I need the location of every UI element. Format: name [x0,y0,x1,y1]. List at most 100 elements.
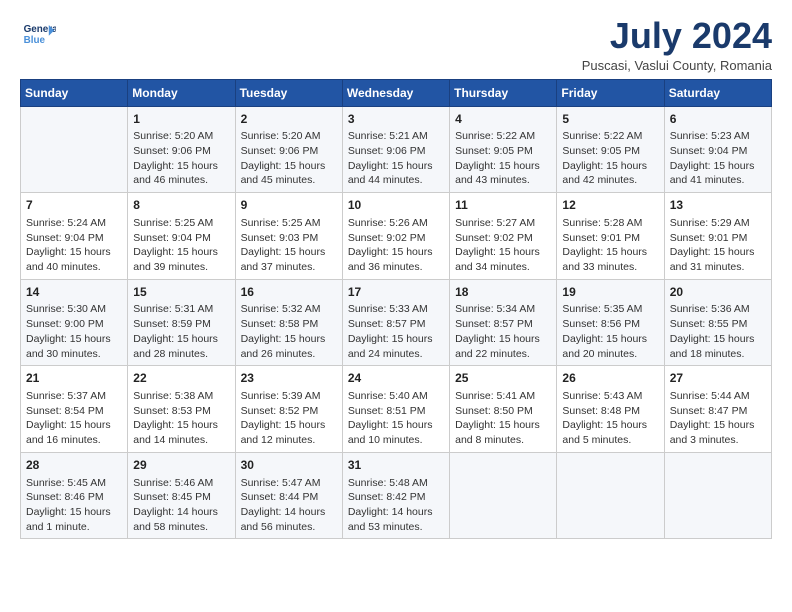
calendar-cell: 14Sunrise: 5:30 AM Sunset: 9:00 PM Dayli… [21,279,128,366]
calendar-cell: 28 Sunrise: 5:45 AM Sunset: 8:46 PM Dayli… [21,452,128,539]
day-number: 25 [455,370,551,387]
calendar-cell: 10Sunrise: 5:26 AM Sunset: 9:02 PM Dayli… [342,193,449,280]
day-number: 28 [26,457,122,474]
day-info: Sunrise: 5:44 AM Sunset: 8:47 PM Dayligh… [670,389,766,448]
day-info: Sunrise: 5:46 AM Sunset: 8:45 PM Dayligh… [133,476,229,535]
day-info: Sunrise: 5:39 AM Sunset: 8:52 PM Dayligh… [241,389,337,448]
day-info: Sunrise: 5:20 AM Sunset: 9:06 PM Dayligh… [241,129,337,188]
day-info: Sunrise: 5:48 AM Sunset: 8:42 PM Dayligh… [348,476,444,535]
calendar-cell [21,106,128,193]
day-info: Sunrise: 5:28 AM Sunset: 9:01 PM Dayligh… [562,216,658,275]
svg-text:Blue: Blue [24,35,46,46]
day-number: 26 [562,370,658,387]
day-number: 3 [348,111,444,128]
day-number: 14 [26,284,122,301]
calendar-cell: 18Sunrise: 5:34 AM Sunset: 8:57 PM Dayli… [450,279,557,366]
page-header: General Blue July 2024 Puscasi, Vaslui C… [20,16,772,73]
calendar-cell: 5Sunrise: 5:22 AM Sunset: 9:05 PM Daylig… [557,106,664,193]
column-header-monday: Monday [128,79,235,106]
calendar-cell: 13Sunrise: 5:29 AM Sunset: 9:01 PM Dayli… [664,193,771,280]
day-number: 24 [348,370,444,387]
day-info: Sunrise: 5:27 AM Sunset: 9:02 PM Dayligh… [455,216,551,275]
column-header-saturday: Saturday [664,79,771,106]
week-row-3: 14Sunrise: 5:30 AM Sunset: 9:00 PM Dayli… [21,279,772,366]
calendar-cell: 6Sunrise: 5:23 AM Sunset: 9:04 PM Daylig… [664,106,771,193]
calendar-cell: 19Sunrise: 5:35 AM Sunset: 8:56 PM Dayli… [557,279,664,366]
week-row-2: 7Sunrise: 5:24 AM Sunset: 9:04 PM Daylig… [21,193,772,280]
week-row-5: 28 Sunrise: 5:45 AM Sunset: 8:46 PM Dayli… [21,452,772,539]
calendar-cell: 7Sunrise: 5:24 AM Sunset: 9:04 PM Daylig… [21,193,128,280]
title-block: July 2024 Puscasi, Vaslui County, Romani… [582,16,772,73]
calendar-cell: 25 Sunrise: 5:41 AM Sunset: 8:50 PM Dayli… [450,366,557,453]
day-number: 27 [670,370,766,387]
day-info: Sunrise: 5:22 AM Sunset: 9:05 PM Dayligh… [562,129,658,188]
day-info: Sunrise: 5:47 AM Sunset: 8:44 PM Dayligh… [241,476,337,535]
day-info: Sunrise: 5:38 AM Sunset: 8:53 PM Dayligh… [133,389,229,448]
day-info: Sunrise: 5:20 AM Sunset: 9:06 PM Dayligh… [133,129,229,188]
day-number: 18 [455,284,551,301]
week-row-4: 21 Sunrise: 5:37 AM Sunset: 8:54 PM Dayli… [21,366,772,453]
day-number: 1 [133,111,229,128]
day-number: 2 [241,111,337,128]
calendar-cell: 8 Sunrise: 5:25 AM Sunset: 9:04 PM Daylig… [128,193,235,280]
logo-icon: General Blue [20,16,56,52]
calendar-cell: 2Sunrise: 5:20 AM Sunset: 9:06 PM Daylig… [235,106,342,193]
day-number: 29 [133,457,229,474]
calendar-cell: 23 Sunrise: 5:39 AM Sunset: 8:52 PM Dayli… [235,366,342,453]
day-number: 15 [133,284,229,301]
day-info: Sunrise: 5:25 AM Sunset: 9:03 PM Dayligh… [241,216,337,275]
calendar-header-row: SundayMondayTuesdayWednesdayThursdayFrid… [21,79,772,106]
day-info: Sunrise: 5:36 AM Sunset: 8:55 PM Dayligh… [670,302,766,361]
day-info: Sunrise: 5:45 AM Sunset: 8:46 PM Dayligh… [26,476,122,535]
day-number: 10 [348,197,444,214]
day-number: 4 [455,111,551,128]
calendar-cell: 1Sunrise: 5:20 AM Sunset: 9:06 PM Daylig… [128,106,235,193]
column-header-friday: Friday [557,79,664,106]
calendar-cell: 20Sunrise: 5:36 AM Sunset: 8:55 PM Dayli… [664,279,771,366]
day-number: 16 [241,284,337,301]
day-info: Sunrise: 5:25 AM Sunset: 9:04 PM Dayligh… [133,216,229,275]
column-header-wednesday: Wednesday [342,79,449,106]
column-header-thursday: Thursday [450,79,557,106]
calendar-cell: 21 Sunrise: 5:37 AM Sunset: 8:54 PM Dayli… [21,366,128,453]
calendar-cell [557,452,664,539]
column-header-sunday: Sunday [21,79,128,106]
calendar-cell: 16Sunrise: 5:32 AM Sunset: 8:58 PM Dayli… [235,279,342,366]
calendar-cell: 24Sunrise: 5:40 AM Sunset: 8:51 PM Dayli… [342,366,449,453]
calendar-cell: 12Sunrise: 5:28 AM Sunset: 9:01 PM Dayli… [557,193,664,280]
day-info: Sunrise: 5:21 AM Sunset: 9:06 PM Dayligh… [348,129,444,188]
day-number: 11 [455,197,551,214]
calendar-cell: 27 Sunrise: 5:44 AM Sunset: 8:47 PM Dayli… [664,366,771,453]
day-info: Sunrise: 5:31 AM Sunset: 8:59 PM Dayligh… [133,302,229,361]
calendar-table: SundayMondayTuesdayWednesdayThursdayFrid… [20,79,772,540]
day-number: 20 [670,284,766,301]
day-info: Sunrise: 5:32 AM Sunset: 8:58 PM Dayligh… [241,302,337,361]
day-info: Sunrise: 5:23 AM Sunset: 9:04 PM Dayligh… [670,129,766,188]
calendar-cell: 30 Sunrise: 5:47 AM Sunset: 8:44 PM Dayli… [235,452,342,539]
week-row-1: 1Sunrise: 5:20 AM Sunset: 9:06 PM Daylig… [21,106,772,193]
day-info: Sunrise: 5:30 AM Sunset: 9:00 PM Dayligh… [26,302,122,361]
calendar-cell: 29 Sunrise: 5:46 AM Sunset: 8:45 PM Dayli… [128,452,235,539]
calendar-cell [664,452,771,539]
day-number: 9 [241,197,337,214]
day-info: Sunrise: 5:37 AM Sunset: 8:54 PM Dayligh… [26,389,122,448]
day-number: 7 [26,197,122,214]
day-info: Sunrise: 5:33 AM Sunset: 8:57 PM Dayligh… [348,302,444,361]
calendar-cell: 11 Sunrise: 5:27 AM Sunset: 9:02 PM Dayli… [450,193,557,280]
day-number: 21 [26,370,122,387]
day-number: 6 [670,111,766,128]
day-number: 19 [562,284,658,301]
calendar-cell: 9 Sunrise: 5:25 AM Sunset: 9:03 PM Daylig… [235,193,342,280]
day-info: Sunrise: 5:41 AM Sunset: 8:50 PM Dayligh… [455,389,551,448]
calendar-cell: 3Sunrise: 5:21 AM Sunset: 9:06 PM Daylig… [342,106,449,193]
day-number: 31 [348,457,444,474]
calendar-cell: 17Sunrise: 5:33 AM Sunset: 8:57 PM Dayli… [342,279,449,366]
day-info: Sunrise: 5:34 AM Sunset: 8:57 PM Dayligh… [455,302,551,361]
month-title: July 2024 [582,16,772,56]
day-number: 8 [133,197,229,214]
day-number: 13 [670,197,766,214]
day-info: Sunrise: 5:35 AM Sunset: 8:56 PM Dayligh… [562,302,658,361]
calendar-cell [450,452,557,539]
day-number: 30 [241,457,337,474]
day-number: 23 [241,370,337,387]
